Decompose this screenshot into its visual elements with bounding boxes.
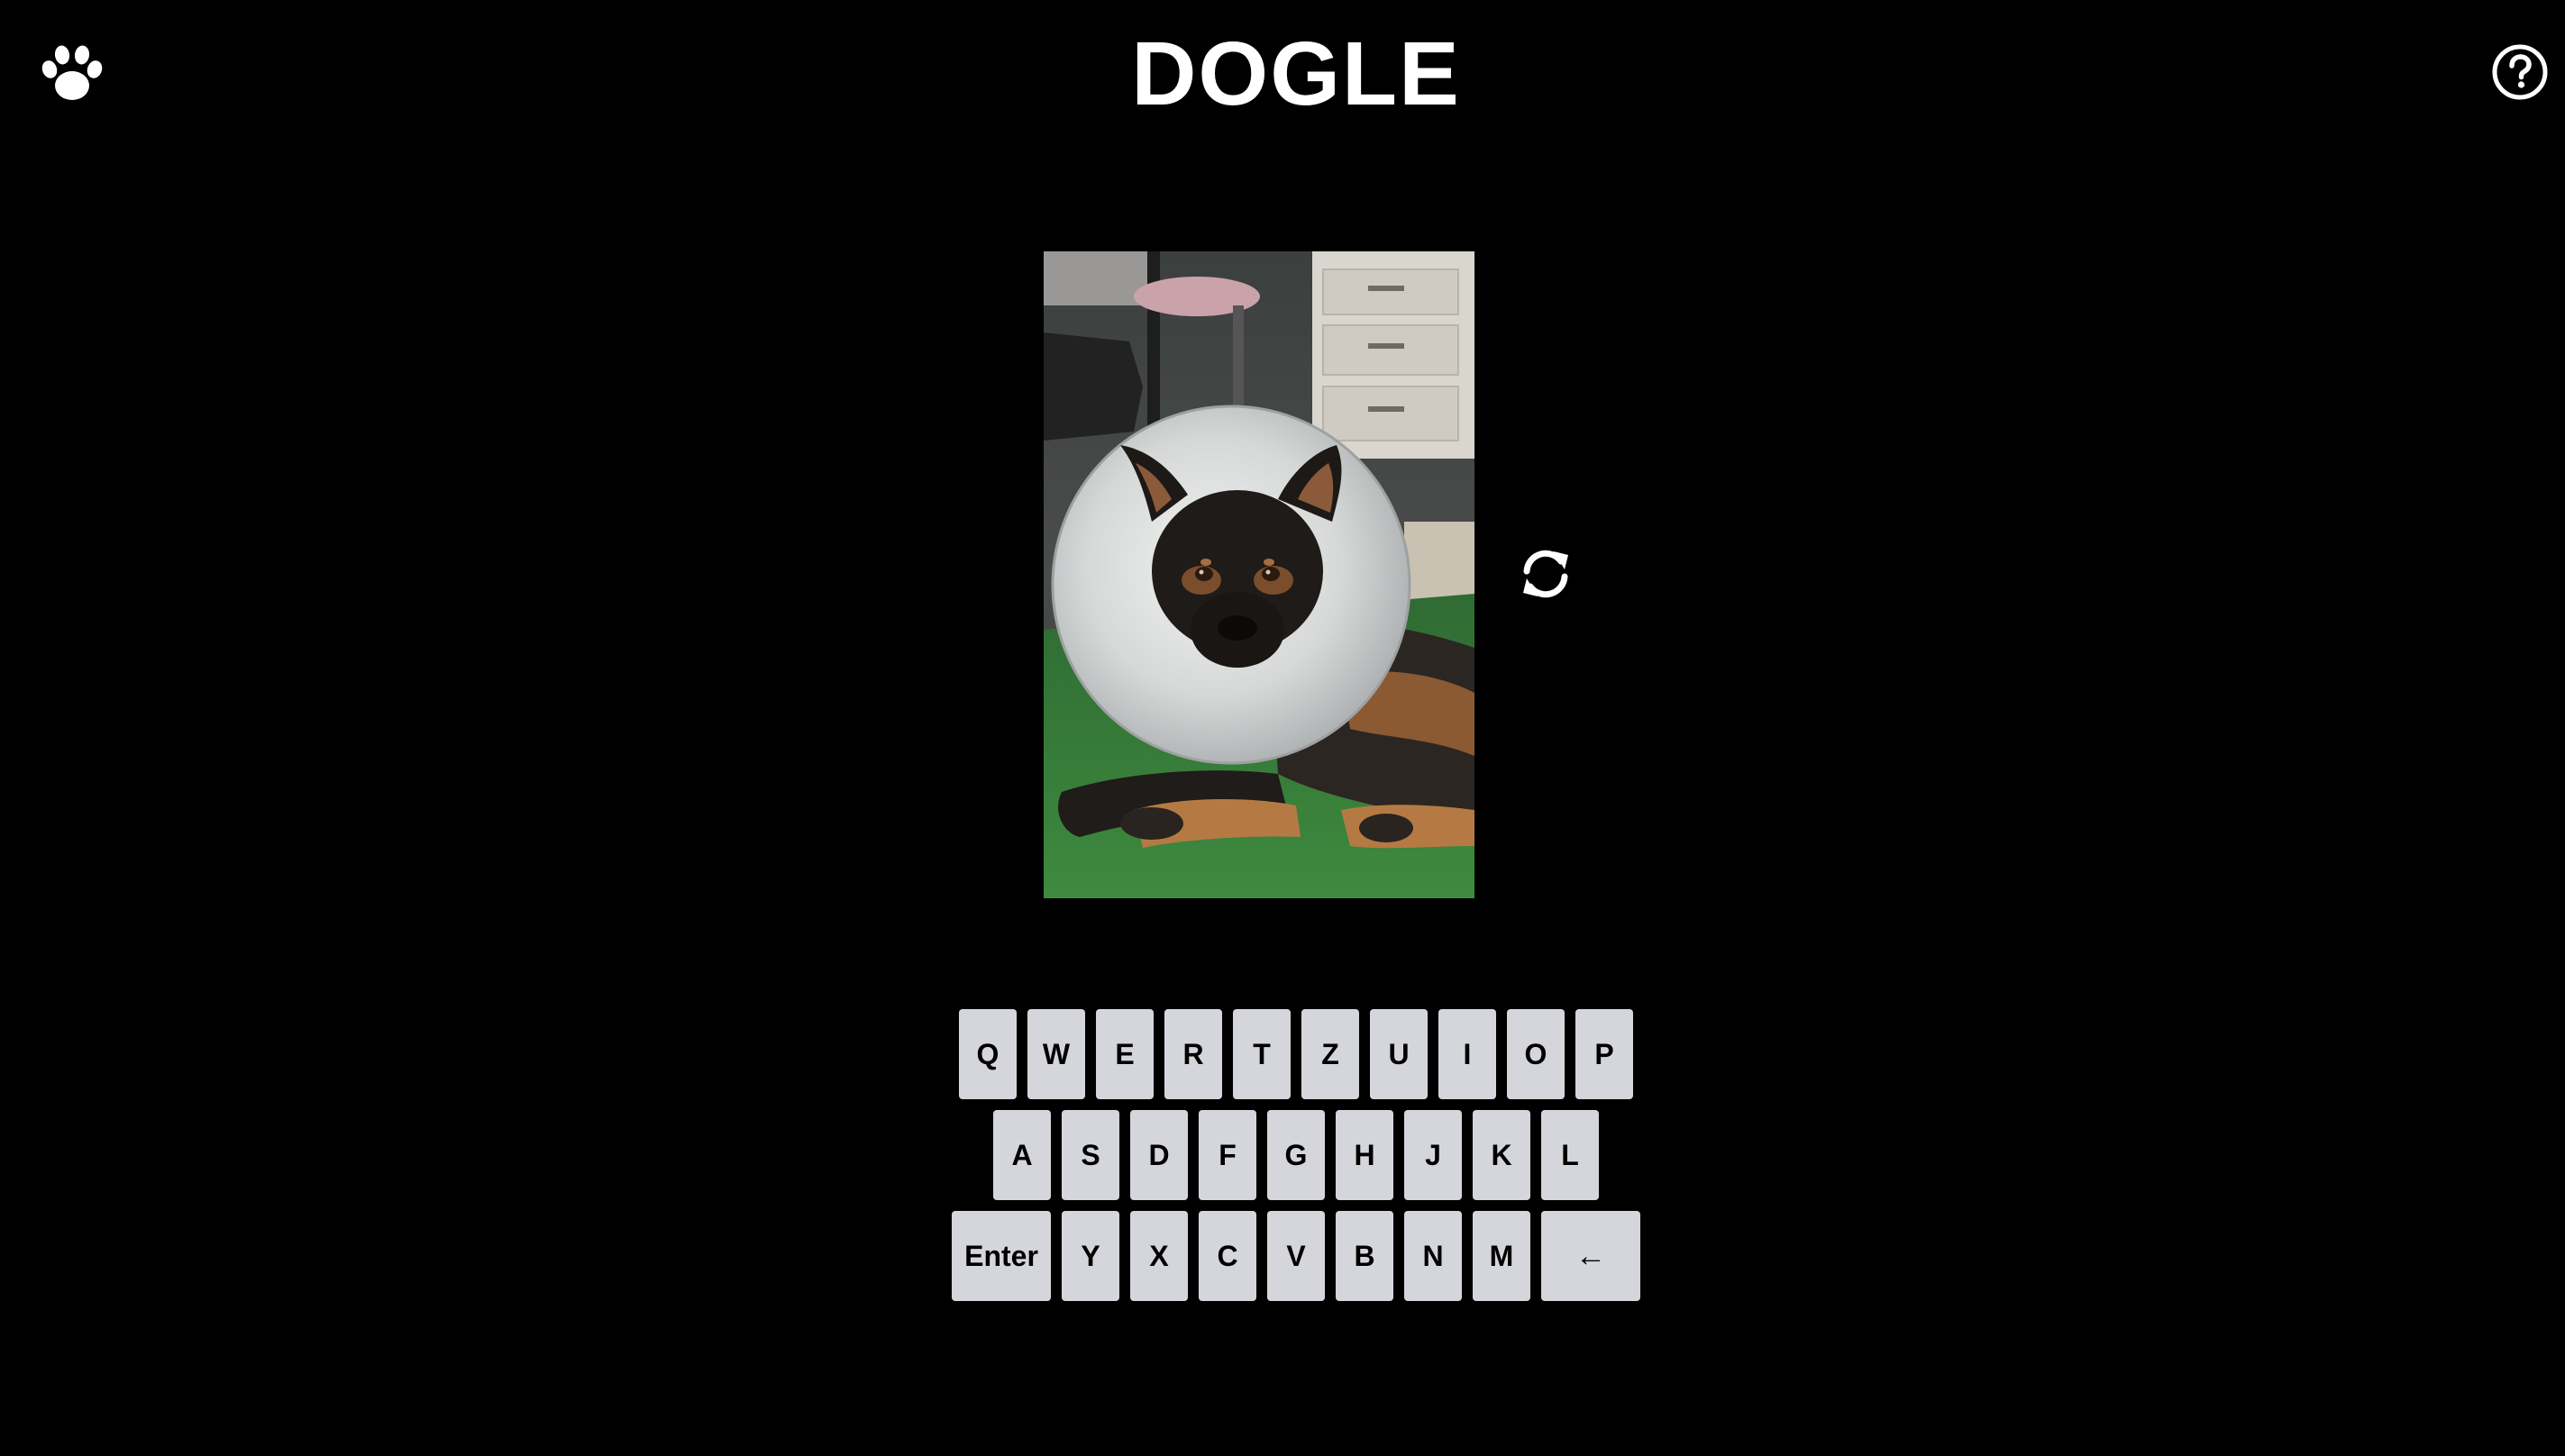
- keyboard-row-2: A S D F G H J K L: [0, 1110, 2565, 1200]
- key-o[interactable]: O: [1507, 1009, 1565, 1099]
- key-g[interactable]: G: [1267, 1110, 1325, 1200]
- key-p[interactable]: P: [1575, 1009, 1633, 1099]
- key-z[interactable]: Z: [1301, 1009, 1359, 1099]
- key-a[interactable]: A: [993, 1110, 1051, 1200]
- key-b[interactable]: B: [1336, 1211, 1393, 1301]
- key-u[interactable]: U: [1370, 1009, 1428, 1099]
- app-title: DOGLE: [1131, 23, 1461, 124]
- key-f[interactable]: F: [1199, 1110, 1256, 1200]
- on-screen-keyboard: Q W E R T Z U I O P A S D F G H J K L En…: [0, 1009, 2565, 1312]
- key-c[interactable]: C: [1199, 1211, 1256, 1301]
- backspace-key[interactable]: ←: [1541, 1211, 1640, 1301]
- keyboard-row-1: Q W E R T Z U I O P: [0, 1009, 2565, 1099]
- key-n[interactable]: N: [1404, 1211, 1462, 1301]
- refresh-icon[interactable]: [1518, 546, 1574, 602]
- key-v[interactable]: V: [1267, 1211, 1325, 1301]
- key-j[interactable]: J: [1404, 1110, 1462, 1200]
- key-s[interactable]: S: [1062, 1110, 1119, 1200]
- key-x[interactable]: X: [1130, 1211, 1188, 1301]
- key-r[interactable]: R: [1164, 1009, 1222, 1099]
- key-q[interactable]: Q: [959, 1009, 1017, 1099]
- key-h[interactable]: H: [1336, 1110, 1393, 1200]
- keyboard-row-3: Enter Y X C V B N M ←: [0, 1211, 2565, 1301]
- key-d[interactable]: D: [1130, 1110, 1188, 1200]
- key-w[interactable]: W: [1027, 1009, 1085, 1099]
- key-i[interactable]: I: [1438, 1009, 1496, 1099]
- key-l[interactable]: L: [1541, 1110, 1599, 1200]
- key-m[interactable]: M: [1473, 1211, 1530, 1301]
- help-circle-icon[interactable]: [2491, 43, 2549, 101]
- key-y[interactable]: Y: [1062, 1211, 1119, 1301]
- app-root: D O G L E Q W E R T Z U I O P A S D F G H J …: [0, 0, 2565, 1456]
- enter-key[interactable]: Enter: [952, 1211, 1051, 1301]
- key-t[interactable]: T: [1233, 1009, 1291, 1099]
- key-e[interactable]: E: [1096, 1009, 1154, 1099]
- key-k[interactable]: K: [1473, 1110, 1530, 1200]
- dog-photo: [1044, 251, 1474, 898]
